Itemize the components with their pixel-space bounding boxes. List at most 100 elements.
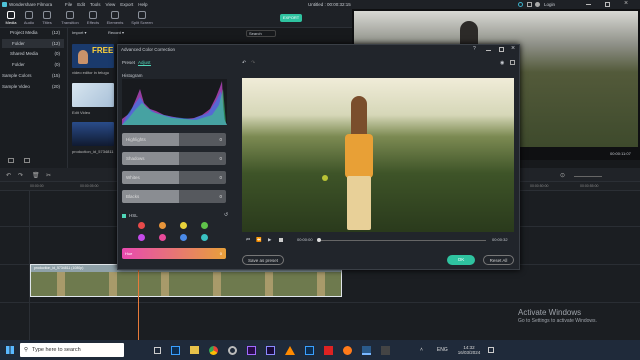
hsl-color-swatch[interactable] bbox=[159, 234, 166, 241]
taskbar: ⚲ Type here to search ˄ ENG 14:32 16/03/2… bbox=[0, 340, 640, 360]
login-link[interactable]: Login bbox=[544, 2, 555, 7]
premiere-icon[interactable] bbox=[247, 345, 256, 355]
menu-file[interactable]: File bbox=[65, 2, 72, 7]
dialog-minimize-icon[interactable] bbox=[486, 50, 491, 51]
highlights-slider[interactable]: Highlights 0 bbox=[122, 133, 226, 146]
tray-chevron-icon[interactable]: ˄ bbox=[420, 347, 423, 353]
avatar[interactable] bbox=[535, 2, 540, 7]
vlc-icon[interactable] bbox=[285, 345, 295, 355]
filmora-icon[interactable] bbox=[362, 345, 371, 355]
menu-edit[interactable]: Edit bbox=[77, 2, 85, 7]
sidebar-item-sample-video[interactable]: Sample Video (20) bbox=[2, 82, 64, 91]
menu-tools[interactable]: Tools bbox=[90, 2, 101, 7]
file-explorer-icon[interactable] bbox=[190, 346, 199, 354]
marker-icon[interactable]: ⊙ bbox=[560, 172, 565, 179]
cloud-icon[interactable] bbox=[518, 2, 523, 7]
progress-thumb[interactable] bbox=[317, 238, 321, 242]
tab-preset[interactable]: Preset bbox=[122, 60, 135, 65]
dialog-close-icon[interactable]: × bbox=[511, 45, 515, 52]
zoom-slider[interactable] bbox=[574, 176, 602, 177]
taskbar-search[interactable]: ⚲ Type here to search bbox=[20, 343, 124, 357]
lang-indicator[interactable]: ENG bbox=[437, 347, 448, 353]
stop-icon[interactable] bbox=[279, 238, 283, 242]
undo-icon[interactable]: ↶ bbox=[6, 172, 11, 179]
tab-audio[interactable]: Audio bbox=[20, 10, 38, 25]
app-other-icon[interactable] bbox=[381, 345, 390, 355]
media-thumb-1[interactable]: FREE bbox=[72, 44, 114, 68]
hsl-label: HSL bbox=[129, 213, 138, 218]
hsl-checkbox[interactable] bbox=[122, 214, 126, 218]
hsl-color-swatch[interactable] bbox=[180, 222, 187, 229]
folder-icon[interactable] bbox=[24, 158, 30, 163]
firefox-icon[interactable] bbox=[343, 345, 352, 355]
sidebar-item-folder-shared[interactable]: Folder (0) bbox=[2, 60, 64, 69]
hsl-color-swatch[interactable] bbox=[159, 222, 166, 229]
menu-help[interactable]: Help bbox=[138, 2, 147, 7]
photoshop-2-icon[interactable] bbox=[305, 345, 314, 355]
prev-frame-icon[interactable]: ⏮ bbox=[246, 237, 250, 242]
media-thumb-3[interactable] bbox=[72, 122, 114, 146]
save-preset-button[interactable]: Save as preset bbox=[242, 255, 284, 265]
tab-media[interactable]: Media bbox=[2, 10, 20, 25]
import-dropdown[interactable]: Import ▾ bbox=[72, 30, 102, 36]
hue-slider[interactable]: Hue 0 bbox=[122, 248, 226, 259]
hsl-color-swatch[interactable] bbox=[201, 234, 208, 241]
reset-icon[interactable]: ↺ bbox=[224, 212, 228, 218]
shadows-slider[interactable]: Shadows 0 bbox=[122, 152, 226, 165]
sidebar-item-shared-media[interactable]: Shared Media (0) bbox=[2, 49, 64, 58]
step-back-icon[interactable]: ⏪ bbox=[256, 237, 262, 243]
reset-all-button[interactable]: Reset All bbox=[483, 255, 514, 265]
search-input[interactable]: Search bbox=[246, 30, 276, 37]
chrome-icon[interactable] bbox=[209, 345, 218, 355]
sidebar-item-folder[interactable]: Folder (12) bbox=[2, 39, 64, 48]
tab-titles[interactable]: Titles bbox=[38, 10, 56, 25]
transition-icon bbox=[66, 11, 74, 19]
minimize-icon[interactable] bbox=[586, 4, 591, 5]
tab-effects[interactable]: Effects bbox=[84, 10, 102, 25]
time-end: 00:00:32 bbox=[492, 237, 508, 242]
undo-icon[interactable]: ↶ bbox=[242, 60, 246, 66]
close-icon[interactable]: × bbox=[624, 0, 628, 7]
tab-transition[interactable]: Transition bbox=[58, 10, 82, 25]
maximize-icon[interactable] bbox=[605, 2, 610, 7]
media-thumb-2[interactable] bbox=[72, 83, 114, 107]
progress-track[interactable] bbox=[318, 240, 486, 241]
sidebar-item-project-media[interactable]: Project Media (12) bbox=[2, 28, 64, 37]
export-button[interactable]: EXPORT bbox=[280, 14, 302, 22]
tab-adjust[interactable]: Adjust bbox=[138, 60, 151, 66]
hsl-color-swatch[interactable] bbox=[201, 222, 208, 229]
ok-button[interactable]: OK bbox=[447, 255, 475, 265]
help-icon[interactable]: ? bbox=[473, 46, 476, 52]
redo-icon[interactable]: ↷ bbox=[251, 60, 255, 66]
hsl-color-swatch[interactable] bbox=[138, 222, 145, 229]
after-effects-icon[interactable] bbox=[266, 345, 275, 355]
app-red-icon[interactable] bbox=[324, 345, 333, 355]
preview-timecode: 00:00:11:07 bbox=[610, 151, 631, 156]
clock[interactable]: 14:32 16/03/2024 bbox=[458, 345, 481, 356]
blacks-slider[interactable]: Blacks 0 bbox=[122, 190, 226, 203]
redo-icon[interactable]: ↷ bbox=[18, 172, 23, 179]
tab-split-screen[interactable]: Split Screen bbox=[128, 10, 156, 25]
menu-export[interactable]: Export bbox=[120, 2, 133, 7]
gift-icon[interactable] bbox=[527, 2, 532, 7]
play-icon[interactable]: ▶ bbox=[268, 237, 271, 243]
photoshop-icon[interactable] bbox=[171, 345, 180, 355]
tab-elements[interactable]: Elements bbox=[104, 10, 126, 25]
record-dropdown[interactable]: Record ▾ bbox=[108, 30, 138, 36]
dialog-maximize-icon[interactable] bbox=[499, 47, 504, 52]
windows-start-icon[interactable] bbox=[6, 346, 14, 354]
delete-icon[interactable]: 🗑 bbox=[32, 172, 40, 179]
sidebar-item-sample-colors[interactable]: Sample Colors (15) bbox=[2, 71, 64, 80]
new-folder-icon[interactable] bbox=[8, 158, 14, 163]
task-view-icon[interactable] bbox=[154, 346, 161, 354]
cut-icon[interactable]: ✂ bbox=[46, 172, 51, 179]
hsl-color-swatch[interactable] bbox=[138, 234, 145, 241]
settings-icon[interactable] bbox=[228, 345, 237, 355]
menu-view[interactable]: View bbox=[106, 2, 116, 7]
hsl-color-swatch[interactable] bbox=[180, 234, 187, 241]
whites-slider[interactable]: Whites 0 bbox=[122, 171, 226, 184]
cursor-dot bbox=[322, 175, 328, 181]
eye-icon[interactable]: ◉ bbox=[500, 60, 504, 66]
compare-icon[interactable] bbox=[510, 60, 515, 65]
notification-icon[interactable] bbox=[488, 347, 495, 353]
